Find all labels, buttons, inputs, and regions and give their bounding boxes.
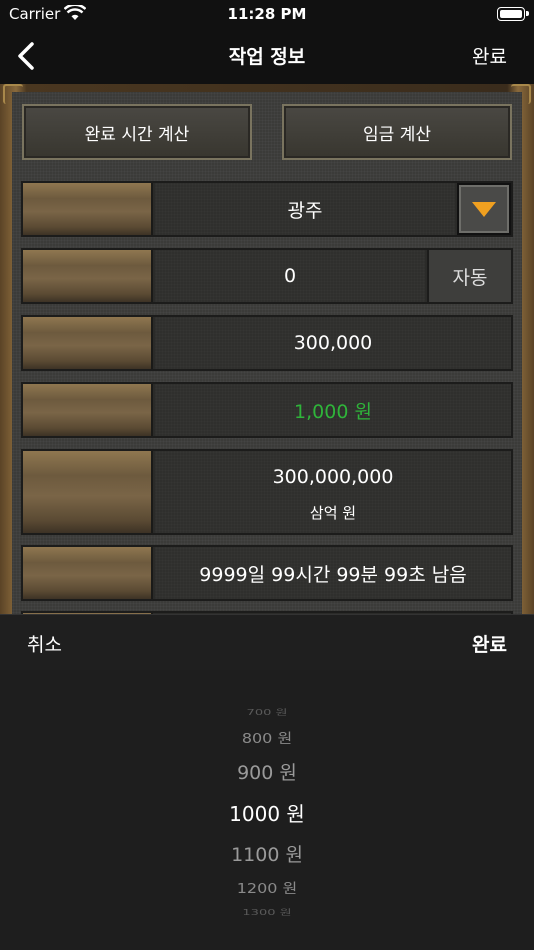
time-left-value: 9999일 99시간 99분 99초 남음 (155, 547, 511, 599)
region-row: 광주 (21, 181, 513, 237)
picker-option[interactable]: 900 원 (0, 758, 534, 785)
auto-button[interactable]: 자동 (427, 250, 511, 302)
picker-option-selected[interactable]: 1000 원 (0, 798, 534, 827)
count-text: 0 (283, 265, 297, 287)
picker-option[interactable]: 1300 원 (0, 906, 534, 917)
page-title: 작업 정보 (228, 46, 306, 68)
row-label-image (23, 451, 153, 533)
region-value[interactable]: 광주 (155, 183, 455, 235)
wage-picker-wheel[interactable]: 700 원 800 원 900 원 1000 원 1100 원 1200 원 1… (0, 670, 534, 950)
clock: 11:28 PM (227, 5, 307, 23)
picker-toolbar: 취소 완료 (0, 614, 534, 670)
picker-option[interactable]: 800 원 (0, 727, 534, 747)
wage-row: 1,000 원 (21, 382, 513, 438)
picker-done-button[interactable]: 완료 (472, 630, 507, 657)
amount-row: 300,000 (21, 315, 513, 371)
row-label-image (23, 547, 153, 599)
row-label-image (23, 183, 153, 235)
total-number: 300,000,000 (272, 465, 394, 488)
finish-time-calc-button[interactable]: 완료 시간 계산 (22, 104, 252, 160)
region-text: 광주 (287, 199, 323, 222)
count-row: 0 자동 (21, 248, 513, 304)
total-value: 300,000,000 삼억 원 (155, 451, 511, 533)
battery-icon (497, 7, 529, 21)
wage-value[interactable]: 1,000 원 (155, 384, 511, 436)
picker-option[interactable]: 700 원 (0, 706, 534, 717)
region-dropdown-button[interactable] (457, 183, 511, 235)
dropdown-arrow-icon (472, 201, 496, 217)
time-left-row: 9999일 99시간 99분 99초 남음 (21, 545, 513, 601)
count-value[interactable]: 0 (155, 250, 425, 302)
picker-option[interactable]: 1200 원 (0, 877, 534, 897)
picker-cancel-button[interactable]: 취소 (27, 630, 62, 657)
nav-done-button[interactable]: 완료 (472, 42, 507, 69)
picker-option[interactable]: 1100 원 (0, 840, 534, 867)
row-label-image (23, 317, 153, 369)
total-row: 300,000,000 삼억 원 (21, 449, 513, 535)
navigation-bar: 작업 정보 완료 (0, 30, 534, 84)
total-korean: 삼억 원 (309, 503, 357, 522)
row-label-image (23, 384, 153, 436)
row-label-image (23, 250, 153, 302)
amount-value[interactable]: 300,000 (155, 317, 511, 369)
wage-calc-button[interactable]: 임금 계산 (282, 104, 512, 160)
status-bar: Carrier 11:28 PM (0, 0, 534, 30)
